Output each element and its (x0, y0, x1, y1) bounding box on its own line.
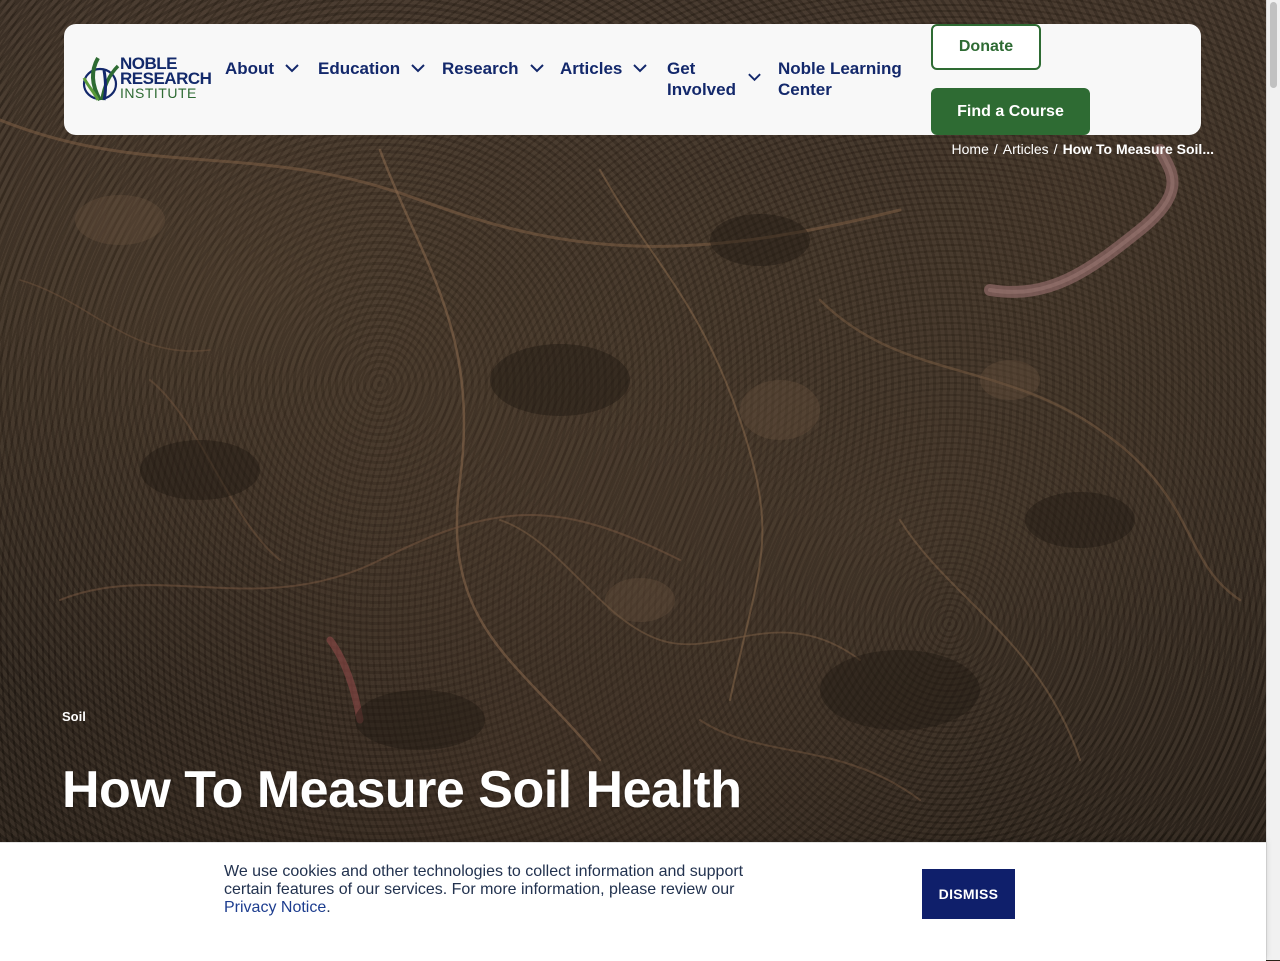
nav-item-research[interactable]: Research (442, 58, 545, 79)
nav-item-get-involved[interactable]: Get Involved (667, 58, 762, 100)
breadcrumb-current: How To Measure Soil... (1062, 141, 1214, 157)
breadcrumb-separator: / (993, 141, 998, 157)
nav-item-label: Research (442, 59, 519, 78)
cookie-message-period: . (326, 899, 331, 916)
cookie-message-text: We use cookies and other technologies to… (224, 863, 744, 898)
grass-leaf-icon (82, 57, 120, 101)
logo-line-institute: INSTITUTE (120, 85, 197, 101)
page-scrollbar[interactable] (1266, 0, 1280, 960)
nav-item-label: Noble Learning Center (778, 59, 902, 99)
site-header: NOBLE RESEARCH INSTITUTE About Education… (64, 24, 1201, 135)
breadcrumb-home[interactable]: Home (952, 141, 989, 157)
nav-item-noble-learning-center[interactable]: Noble Learning Center (778, 58, 908, 100)
nav-item-label: Education (318, 59, 401, 78)
dismiss-button[interactable]: DISMISS (922, 869, 1015, 919)
noble-research-logo[interactable]: NOBLE RESEARCH INSTITUTE (82, 54, 222, 104)
nav-item-education[interactable]: Education (318, 58, 426, 79)
chevron-down-icon (529, 64, 544, 73)
chevron-down-icon (633, 64, 648, 73)
nav-item-label: Articles (560, 59, 623, 78)
chevron-down-icon (411, 64, 425, 73)
chevron-down-icon (285, 64, 299, 73)
breadcrumb-separator: / (1053, 141, 1058, 157)
nav-item-label: About (225, 59, 275, 78)
chevron-down-icon (748, 73, 761, 82)
nav-item-label: Get Involved (667, 59, 736, 99)
article-category-tag[interactable]: Soil (62, 709, 86, 724)
find-a-course-button[interactable]: Find a Course (931, 88, 1090, 135)
breadcrumb-articles[interactable]: Articles (1003, 141, 1049, 157)
logo-line-research: RESEARCH (120, 69, 212, 88)
donate-button[interactable]: Donate (931, 24, 1041, 70)
cookie-message: We use cookies and other technologies to… (224, 863, 769, 917)
scrollbar-thumb[interactable] (1270, 2, 1277, 88)
privacy-notice-link[interactable]: Privacy Notice (224, 899, 326, 916)
breadcrumb: Home / Articles / How To Measure Soil... (952, 141, 1214, 157)
nav-item-about[interactable]: About (225, 58, 300, 79)
nav-item-articles[interactable]: Articles (560, 58, 648, 79)
article-title: How To Measure Soil Health (62, 761, 742, 819)
cookie-banner: We use cookies and other technologies to… (0, 842, 1266, 961)
